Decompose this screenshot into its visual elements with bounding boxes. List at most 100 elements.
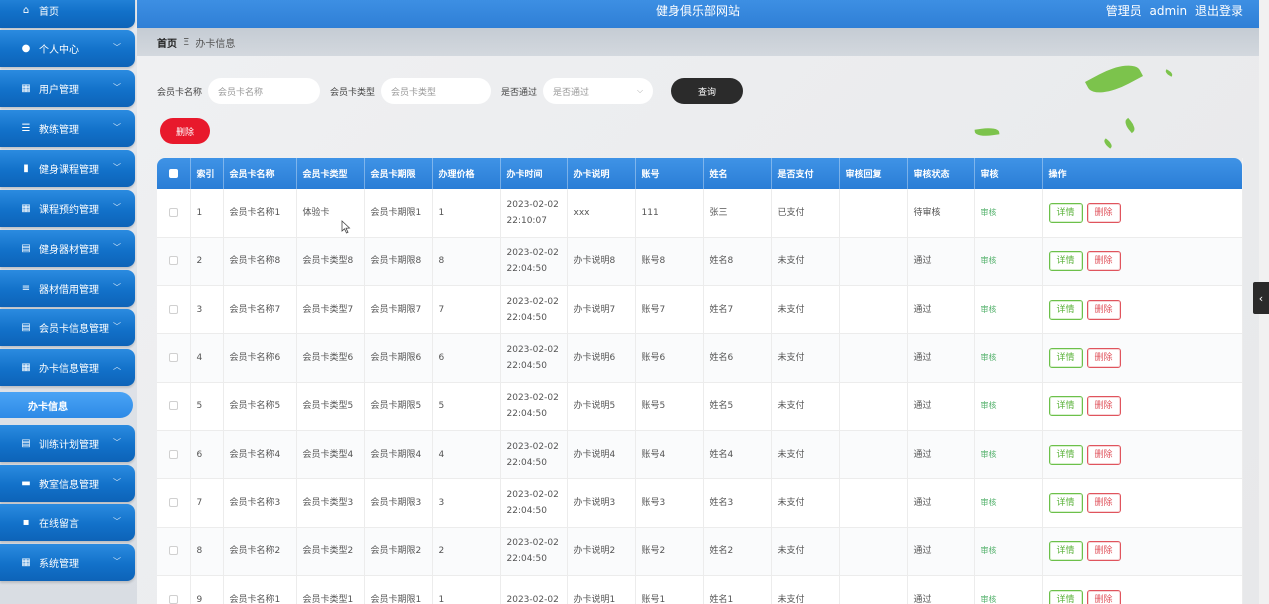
audit-link[interactable]: 审核	[981, 305, 997, 314]
table-row[interactable]: 6 会员卡名称4 会员卡类型4 会员卡期限4 4 2023-02-02 22:04:50 办卡…	[157, 430, 1243, 480]
delete-button[interactable]: 删除	[1086, 589, 1121, 604]
table-row[interactable]: 3 会员卡名称7 会员卡类型7 会员卡期限7 7 2023-02-02 22:04:50 办卡…	[157, 285, 1243, 335]
batch-delete-button[interactable]: 删除	[160, 118, 210, 144]
table-row[interactable]: 5 会员卡名称5 会员卡类型5 会员卡期限5 5 2023-02-02 22:04:50 办卡…	[157, 382, 1243, 431]
detail-button[interactable]: 详情	[1048, 444, 1083, 465]
row-checkbox[interactable]	[168, 594, 178, 604]
grid-icon: ▦	[21, 203, 31, 214]
breadcrumb-home[interactable]: 首页	[157, 35, 177, 50]
logout-link[interactable]: 退出登录	[1195, 4, 1243, 18]
audit-link[interactable]: 审核	[981, 498, 997, 507]
row-checkbox[interactable]	[168, 401, 178, 411]
sidebar-item[interactable]: ▦ 系统管理 ﹀	[0, 544, 135, 581]
delete-button[interactable]: 删除	[1086, 541, 1121, 562]
cell-date: 2023-02-02	[500, 575, 568, 604]
detail-button[interactable]: 详情	[1048, 251, 1083, 272]
row-checkbox[interactable]	[168, 304, 178, 314]
table-row[interactable]: 7 会员卡名称3 会员卡类型3 会员卡期限3 3 2023-02-02 22:04:50 办卡…	[157, 478, 1243, 528]
approved-select[interactable]: 是否通过 ⌵	[543, 78, 654, 104]
audit-link[interactable]: 审核	[981, 208, 997, 217]
cell-actions: 详情 删除	[1042, 575, 1243, 604]
detail-button[interactable]: 详情	[1048, 589, 1083, 604]
chevron-down-icon: ﹀	[113, 478, 121, 487]
query-button[interactable]: 查询	[671, 78, 744, 104]
detail-button[interactable]: 详情	[1048, 202, 1083, 223]
cell-term: 会员卡期限7	[364, 285, 433, 335]
cell-term: 会员卡期限5	[364, 382, 433, 431]
sidebar-item[interactable]: ≡ 器材借用管理 ﹀	[0, 270, 135, 307]
audit-link[interactable]: 审核	[981, 401, 997, 410]
cell-date-time: 22:10:07	[506, 215, 547, 226]
card-type-input[interactable]: 会员卡类型	[381, 78, 492, 104]
detail-button[interactable]: 详情	[1048, 299, 1083, 320]
sidebar-item[interactable]: ▤ 健身器材管理 ﹀	[0, 230, 135, 267]
row-checkbox[interactable]	[168, 449, 178, 459]
cell-account: 账号4	[635, 430, 704, 480]
sidebar-item[interactable]: ▮ 健身课程管理 ﹀	[0, 150, 135, 187]
audit-link[interactable]: 审核	[981, 546, 997, 555]
sidebar-item[interactable]: ● 个人中心 ﹀	[0, 30, 135, 67]
cell-term: 会员卡期限1	[364, 575, 433, 604]
table-row[interactable]: 9 会员卡名称1 会员卡类型1 会员卡期限1 1 2023-02-02 办卡说明1 账号1 姓名…	[157, 575, 1243, 604]
sidebar-item[interactable]: ☰ 教练管理 ﹀	[0, 110, 135, 147]
sidebar-item[interactable]: ▤ 会员卡信息管理 ﹀	[0, 309, 135, 346]
sidebar-subitem-card-info[interactable]: 办卡信息	[0, 392, 133, 418]
cell-index: 9	[190, 575, 224, 604]
delete-button[interactable]: 删除	[1086, 444, 1121, 465]
delete-button[interactable]: 删除	[1086, 492, 1121, 513]
cell-term: 会员卡期限4	[364, 430, 433, 480]
delete-button[interactable]: 删除	[1086, 396, 1121, 417]
cell-audit: 审核	[974, 527, 1043, 576]
cell-date-day: 2023-02-02	[506, 489, 559, 500]
detail-button[interactable]: 详情	[1048, 541, 1083, 562]
card-name-input[interactable]: 会员卡名称	[208, 78, 321, 104]
cell-name: 会员卡名称2	[223, 527, 297, 576]
cell-status: 通过	[907, 333, 975, 383]
select-all-checkbox[interactable]	[168, 168, 178, 178]
table-row[interactable]: 1 会员卡名称1 体验卡 会员卡期限1 1 2023-02-02 22:10:07 xxx 11…	[157, 189, 1243, 238]
detail-button[interactable]: 详情	[1048, 396, 1083, 417]
sidebar-item[interactable]: ▬ 教室信息管理 ﹀	[0, 465, 135, 502]
audit-link[interactable]: 审核	[981, 256, 997, 265]
sidebar-item-label: 课程预约管理	[39, 205, 99, 216]
delete-button[interactable]: 删除	[1086, 299, 1121, 320]
audit-link[interactable]: 审核	[981, 595, 997, 604]
decorative-leaf	[1102, 138, 1114, 149]
table-row[interactable]: 2 会员卡名称8 会员卡类型8 会员卡期限8 8 2023-02-02 22:04:50 办卡…	[157, 237, 1243, 287]
delete-button[interactable]: 删除	[1086, 348, 1121, 369]
column-header: 操作	[1042, 158, 1243, 189]
row-checkbox[interactable]	[168, 207, 178, 217]
file-icon: ▤	[21, 243, 31, 254]
row-checkbox[interactable]	[168, 256, 178, 266]
row-select-cell	[157, 478, 191, 528]
row-checkbox[interactable]	[168, 353, 178, 363]
sidebar-item[interactable]: ⌂ 首页	[0, 0, 135, 28]
cell-account: 账号6	[635, 333, 704, 383]
table-row[interactable]: 8 会员卡名称2 会员卡类型2 会员卡期限2 2 2023-02-02 22:04:50 办卡…	[157, 527, 1243, 576]
decorative-leaf	[1164, 69, 1174, 77]
delete-button[interactable]: 删除	[1086, 202, 1121, 223]
cell-audit: 审核	[974, 237, 1043, 287]
sidebar-item[interactable]: ▤ 训练计划管理 ﹀	[0, 425, 135, 462]
cell-status: 通过	[907, 237, 975, 287]
delete-button[interactable]: 删除	[1086, 251, 1121, 272]
sidebar-item-label: 办卡信息管理	[39, 364, 99, 375]
sidebar-item[interactable]: ▪ 在线留言 ﹀	[0, 504, 135, 541]
collapse-panel-button[interactable]: ‹	[1253, 282, 1269, 314]
audit-link[interactable]: 审核	[981, 353, 997, 362]
sidebar-item[interactable]: ▦ 办卡信息管理 ︿	[0, 349, 135, 386]
cell-term: 会员卡期限6	[364, 333, 433, 383]
table-row[interactable]: 4 会员卡名称6 会员卡类型6 会员卡期限6 6 2023-02-02 22:04:50 办卡…	[157, 333, 1243, 383]
row-checkbox[interactable]	[168, 546, 178, 556]
cell-desc: 办卡说明4	[567, 430, 636, 480]
detail-button[interactable]: 详情	[1048, 348, 1083, 369]
audit-link[interactable]: 审核	[981, 450, 997, 459]
detail-button[interactable]: 详情	[1048, 492, 1083, 513]
sidebar-item[interactable]: ▦ 用户管理 ﹀	[0, 70, 135, 107]
clipboard-icon: ▤	[21, 322, 31, 333]
cell-paid: 未支付	[771, 575, 840, 604]
row-checkbox[interactable]	[168, 497, 178, 507]
sidebar-item[interactable]: ▦ 课程预约管理 ﹀	[0, 190, 135, 227]
cell-audit: 审核	[974, 333, 1043, 383]
sidebar: ⌂ 首页 ● 个人中心 ﹀ ▦ 用户管理 ﹀ ☰ 教练管理 ﹀ ▮ 健身课程管理 ﹀ ▦ 课程预约管理 ﹀ ▤ 健身…	[0, 0, 137, 604]
